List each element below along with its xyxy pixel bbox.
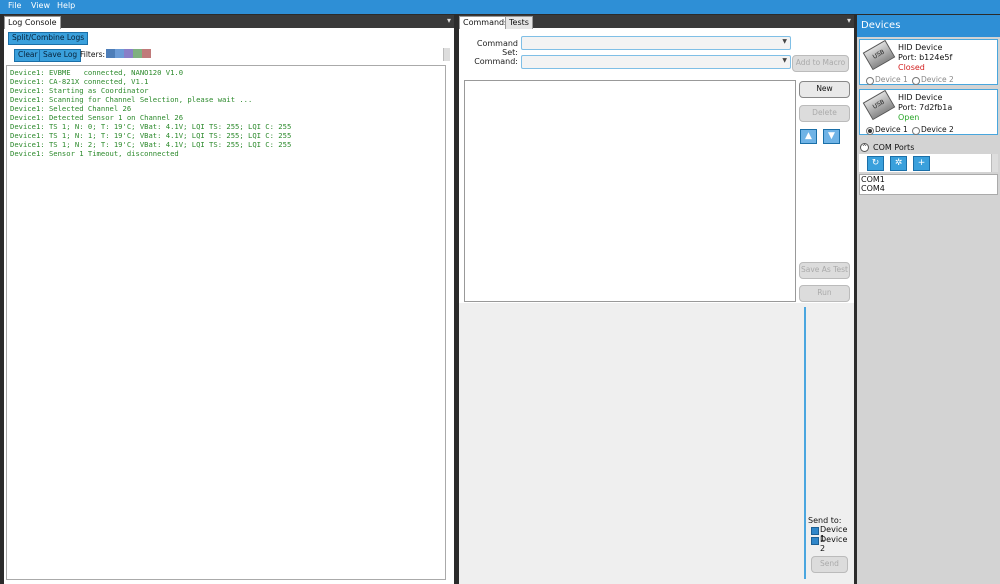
refresh-icon[interactable]: ↻ [867,156,884,171]
commands-panel: Commands Tests ▾ Command Set: ▼ Command:… [459,15,854,584]
log-line: Device1: Scanning for Channel Selection,… [10,95,253,104]
send-device2-checkbox[interactable] [811,537,819,545]
macro-area [459,303,854,584]
log-line: Device1: TS 1; N: 2; T: 19'C; VBat: 4.1V… [10,140,292,149]
send-to-label: Send to: [808,516,842,525]
device2-radio-label: Device 2 [921,75,954,84]
tab-tests[interactable]: Tests [505,16,533,29]
device1-radio[interactable] [866,127,874,135]
log-line: Device1: EVBME connected, NANO120 V1.0 [10,68,184,77]
device-status: Closed [898,63,925,72]
panel-menu-icon[interactable]: ▾ [847,16,851,25]
split-combine-logs-button[interactable]: Split/Combine Logs [8,32,89,45]
move-down-icon[interactable]: ▼ [823,129,840,144]
log-toolbar: Clear Save Log Filters: [12,48,450,62]
list-item[interactable]: COM1 [861,175,997,184]
device-card[interactable]: USB HID Device Port: b124e5f Closed Devi… [859,39,998,85]
log-output[interactable]: Device1: EVBME connected, NANO120 V1.0 D… [6,65,446,580]
splitter[interactable] [804,307,806,579]
log-line: Device1: TS 1; N: 0; T: 19'C; VBat: 4.1V… [10,122,292,131]
gear-icon[interactable]: ✲ [890,156,907,171]
filter-swatch[interactable] [124,49,133,58]
command-set-select[interactable]: ▼ [521,36,791,50]
device2-radio[interactable] [912,77,920,85]
run-button[interactable]: Run [799,285,850,302]
clear-button[interactable]: Clear [14,49,42,62]
new-button[interactable]: New [799,81,850,98]
com-ports-label: COM Ports [873,143,915,152]
device-port: Port: b124e5f [898,53,953,62]
filter-swatch[interactable] [142,49,151,58]
tab-log-console[interactable]: Log Console [4,16,61,29]
command-list[interactable] [464,80,796,302]
com-toolbar-scrollbar[interactable] [991,154,998,172]
com-toolbar: ↻ ✲ + [859,154,998,172]
log-line: Device1: Selected Channel 26 [10,104,132,113]
send-button[interactable]: Send [811,556,848,573]
move-up-icon[interactable]: ▲ [800,129,817,144]
delete-button[interactable]: Delete [799,105,850,122]
devices-header: Devices [857,15,1000,37]
log-tabstrip: Log Console ▾ [4,15,454,29]
usb-icon: USB [862,39,896,71]
filter-swatch[interactable] [133,49,142,58]
device-port: Port: 7d2fb1a [898,103,953,112]
commands-tabstrip: Commands Tests ▾ [459,15,854,29]
log-line: Device1: CA-821X connected, V1.1 [10,77,149,86]
device1-radio-label: Device 1 [875,125,908,134]
device1-radio-label: Device 1 [875,75,908,84]
usb-icon: USB [862,89,896,121]
log-line: Device1: Detected Sensor 1 on Channel 26 [10,113,184,122]
command-set-label: Command Set: [476,39,518,57]
log-line: Device1: Starting as Coordinator [10,86,149,95]
add-to-macro-button[interactable]: Add to Macro [792,55,849,72]
menu-help[interactable]: Help [57,1,75,10]
device2-radio[interactable] [912,127,920,135]
com-ports-list[interactable]: COM1 COM4 [859,174,998,195]
chevron-down-icon: ▼ [782,38,787,45]
devices-panel: Devices USB HID Device Port: b124e5f Clo… [857,15,1000,584]
filter-swatch[interactable] [115,49,124,58]
menu-file[interactable]: File [8,1,21,10]
add-icon[interactable]: + [913,156,930,171]
device1-radio[interactable] [866,77,874,85]
device-status: Open [898,113,920,122]
device-name: HID Device [898,43,943,52]
collapse-icon[interactable]: ^ [860,143,869,152]
chevron-down-icon: ▼ [782,57,787,64]
log-panel: Log Console ▾ Split/Combine Logs Clear S… [4,15,454,584]
filters-label: Filters: [80,50,106,59]
send-device1-checkbox[interactable] [811,527,819,535]
command-label: Command: [474,57,518,66]
list-item[interactable]: COM4 [861,184,997,193]
save-as-test-button[interactable]: Save As Test [799,262,850,279]
filter-swatch[interactable] [106,49,115,58]
log-line: Device1: Sensor 1 Timeout, disconnected [10,149,179,158]
device2-radio-label: Device 2 [921,125,954,134]
panel-menu-icon[interactable]: ▾ [447,16,451,25]
save-log-button[interactable]: Save Log [39,49,82,62]
log-line: Device1: TS 1; N: 1; T: 19'C; VBat: 4.1V… [10,131,292,140]
toolbar-scrollbar[interactable] [443,48,450,61]
device-card[interactable]: USB HID Device Port: 7d2fb1a Open Device… [859,89,998,135]
menu-view[interactable]: View [31,1,50,10]
send-device2-label: Device 2 [820,535,848,553]
menu-bar: File View Help [0,0,1000,14]
device-name: HID Device [898,93,943,102]
command-select[interactable]: ▼ [521,55,791,69]
